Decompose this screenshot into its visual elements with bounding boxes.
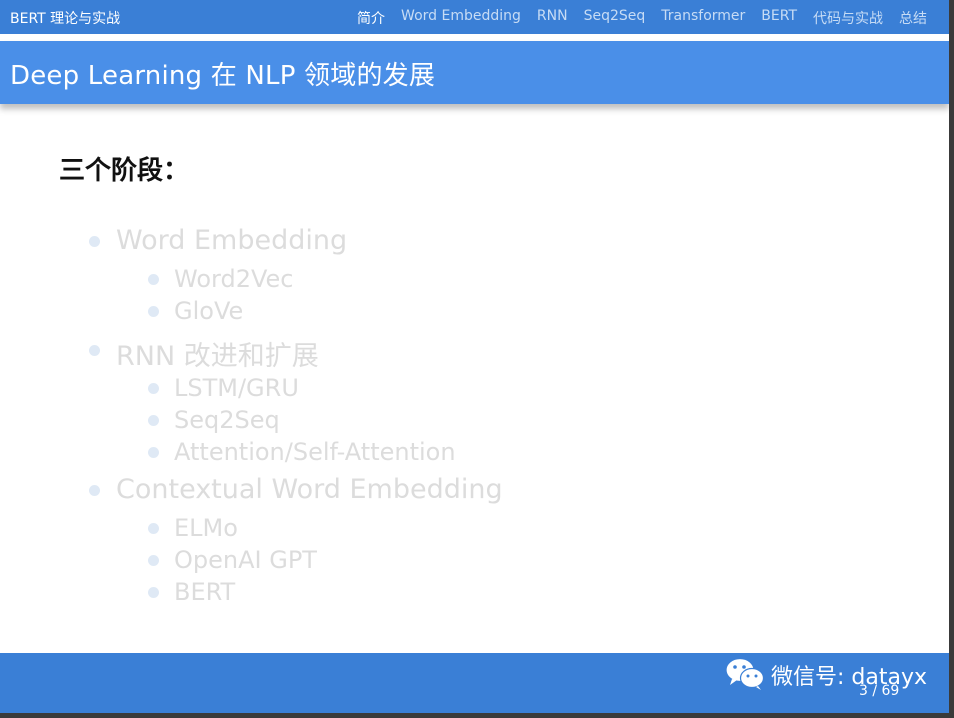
nav-item-word-embedding[interactable]: Word Embedding	[401, 8, 521, 28]
bullet-dot	[148, 415, 159, 426]
nav-item-intro[interactable]: 简介	[357, 8, 385, 28]
bullet-dot	[148, 383, 159, 394]
outline-item-contextual-word-embedding: Contextual Word Embedding	[116, 474, 503, 505]
bullet-dot	[148, 274, 159, 285]
nav-item-code-practice[interactable]: 代码与实战	[813, 8, 883, 28]
outline-subitem-bert: BERT	[174, 578, 236, 606]
page-counter: 3 / 69	[859, 683, 900, 699]
section-nav: 简介 Word Embedding RNN Seq2Seq Transforme…	[357, 8, 927, 28]
wechat-icon	[725, 657, 765, 690]
bullet-dot	[89, 345, 100, 356]
nav-item-bert[interactable]: BERT	[761, 8, 797, 28]
slide-title: Deep Learning 在 NLP 领域的发展	[10, 61, 436, 91]
nav-item-summary[interactable]: 总结	[899, 8, 927, 28]
outline-subitem-glove: GloVe	[174, 297, 244, 325]
outline-item-rnn-improvements: RNN 改进和扩展	[116, 341, 319, 372]
slide: BERT 理论与实战 简介 Word Embedding RNN Seq2Seq…	[0, 0, 949, 713]
outline-subitem-lstm-gru: LSTM/GRU	[174, 374, 299, 402]
outline-subitem-elmo: ELMo	[174, 514, 238, 542]
bullet-dot	[148, 523, 159, 534]
nav-item-rnn[interactable]: RNN	[537, 8, 568, 28]
bullet-dot	[148, 555, 159, 566]
nav-item-transformer[interactable]: Transformer	[661, 8, 745, 28]
bullet-dot	[89, 236, 100, 247]
bullet-dot	[148, 447, 159, 458]
nav-item-seq2seq[interactable]: Seq2Seq	[584, 8, 646, 28]
outline-subitem-openai-gpt: OpenAI GPT	[174, 546, 317, 574]
wechat-watermark: 微信号: datayx	[771, 665, 927, 690]
bullet-dot	[148, 306, 159, 317]
outline-subitem-seq2seq: Seq2Seq	[174, 406, 280, 434]
top-navigation-bar: BERT 理论与实战 简介 Word Embedding RNN Seq2Seq…	[0, 0, 949, 34]
slide-title-bar: Deep Learning 在 NLP 领域的发展	[0, 41, 949, 104]
outline-subitem-attention: Attention/Self-Attention	[174, 438, 456, 466]
bullet-dot	[148, 587, 159, 598]
section-heading: 三个阶段：	[59, 156, 190, 186]
presentation-title[interactable]: BERT 理论与实战	[10, 8, 120, 28]
outline-item-word-embedding: Word Embedding	[116, 225, 348, 256]
outline-subitem-word2vec: Word2Vec	[174, 265, 294, 293]
bullet-dot	[89, 485, 100, 496]
